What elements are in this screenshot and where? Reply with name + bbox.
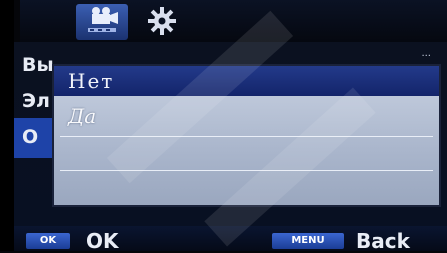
option-yes[interactable]: Да — [54, 102, 439, 130]
video-camera-icon — [76, 4, 128, 38]
divider — [60, 170, 433, 171]
option-popup: Нет Да — [52, 64, 441, 207]
ok-key-badge[interactable]: OK — [26, 233, 70, 249]
screen-bezel — [0, 0, 14, 251]
tab-settings[interactable] — [138, 4, 186, 40]
back-label: Back — [356, 229, 410, 253]
menu-item-3[interactable]: О — [22, 126, 38, 148]
tab-video[interactable] — [76, 4, 128, 40]
gear-icon — [138, 4, 186, 38]
option-no[interactable]: Нет — [54, 66, 439, 96]
menu-value: ... — [421, 48, 431, 59]
menu-item-1[interactable]: Вы — [22, 54, 54, 76]
menu-key-badge[interactable]: MENU — [272, 233, 344, 249]
divider — [60, 136, 433, 137]
tab-bar — [20, 0, 447, 42]
ok-label: OK — [86, 229, 119, 253]
menu-item-2[interactable]: Эл — [22, 90, 50, 112]
